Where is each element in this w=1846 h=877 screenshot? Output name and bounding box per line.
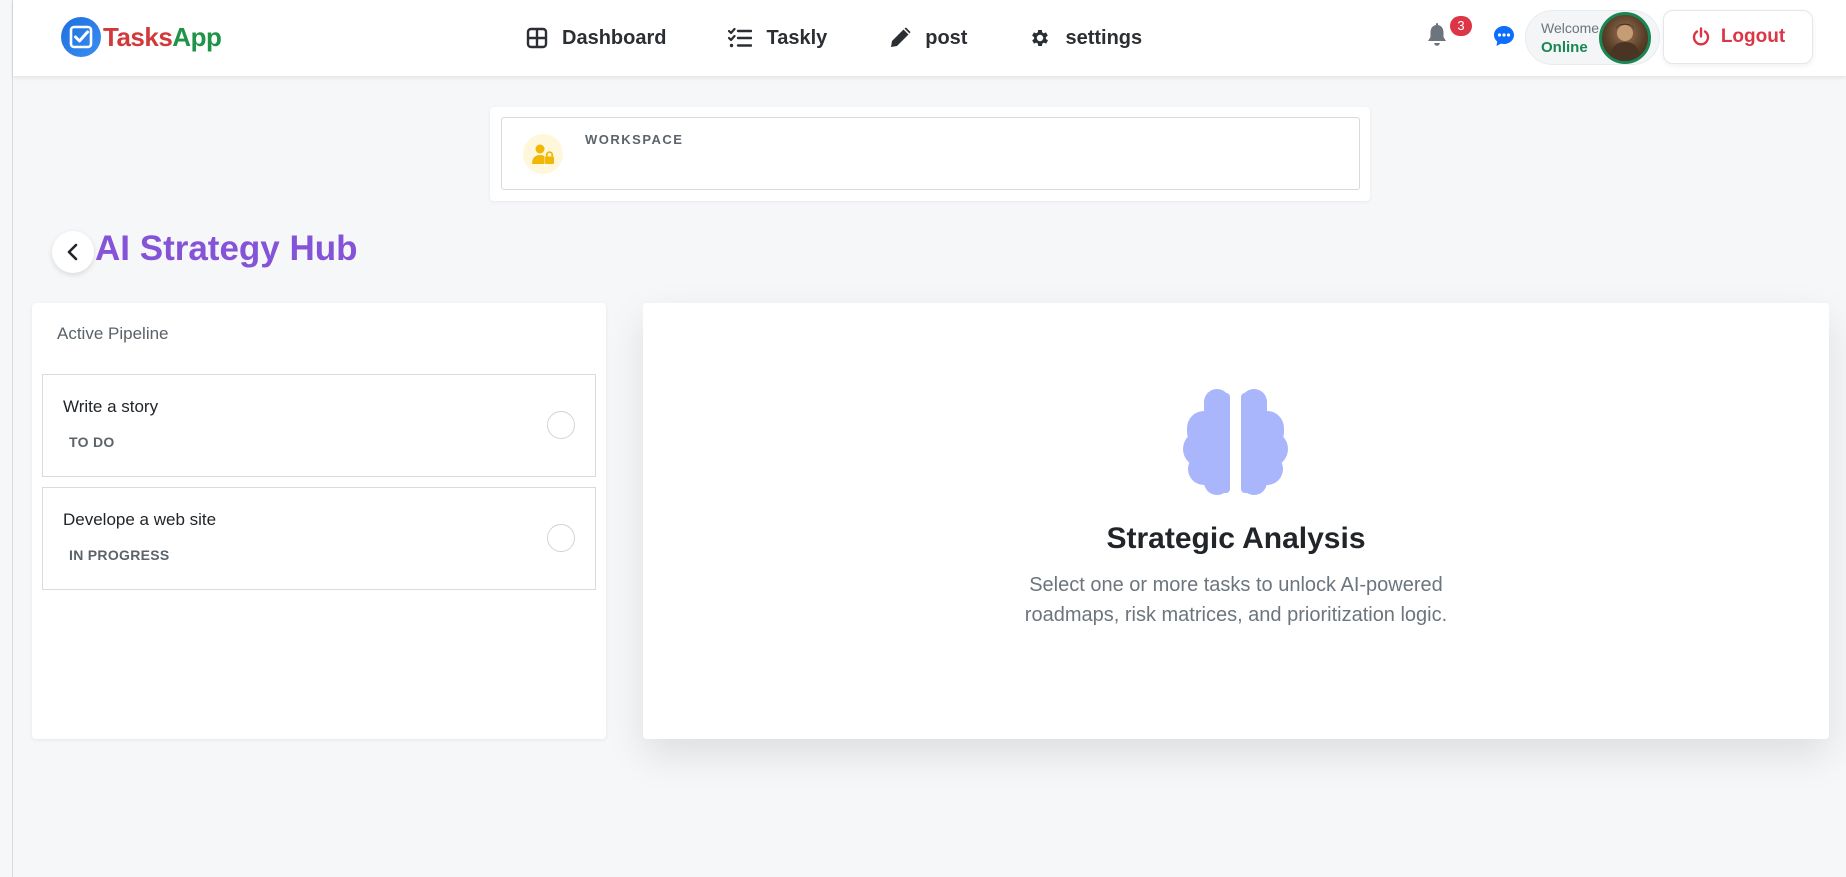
workspace-label: WORKSPACE	[585, 132, 684, 147]
strategic-analysis-panel: Strategic Analysis Select one or more ta…	[643, 303, 1829, 739]
brand-name: TasksApp	[103, 21, 222, 53]
checklist-icon	[728, 27, 753, 48]
top-navbar: TasksApp Dashboard Taskly post settings …	[13, 0, 1846, 76]
task-select-radio[interactable]	[547, 524, 575, 552]
nav-taskly-label: Taskly	[766, 26, 828, 49]
chat-bubble-icon	[1494, 26, 1514, 46]
nav-dashboard-label: Dashboard	[562, 26, 667, 49]
brand-name-part1: Tasks	[103, 21, 173, 52]
brain-icon	[1183, 389, 1288, 497]
avatar[interactable]	[1599, 12, 1651, 64]
power-icon	[1692, 27, 1709, 46]
nav-post[interactable]: post	[889, 20, 967, 56]
checkbox-logo-icon	[61, 17, 101, 57]
task-name: Develope a web site	[63, 510, 217, 529]
nav-settings-label: settings	[1065, 26, 1143, 49]
page-title: AI Strategy Hub	[95, 229, 358, 268]
nav-dashboard[interactable]: Dashboard	[526, 20, 666, 56]
workspace-selector[interactable]: WORKSPACE	[501, 117, 1360, 190]
task-status-badge: TO DO	[69, 434, 115, 450]
gear-icon	[1032, 30, 1049, 46]
analysis-description: Select one or more tasks to unlock AI-po…	[1024, 574, 1448, 626]
task-select-radio[interactable]	[547, 411, 575, 439]
task-status-badge: IN PROGRESS	[69, 547, 170, 563]
user-lock-icon	[523, 134, 563, 174]
nav-taskly[interactable]: Taskly	[728, 20, 827, 56]
logout-button[interactable]: Logout	[1663, 10, 1813, 64]
brand-logo-link[interactable]: TasksApp	[61, 17, 222, 57]
user-status-pill[interactable]: Welcome Online	[1525, 10, 1660, 65]
back-button[interactable]	[52, 231, 94, 273]
active-pipeline-panel: Active Pipeline Write a story TO DO Deve…	[32, 303, 606, 739]
chevron-left-icon	[67, 243, 78, 261]
online-status: Online	[1541, 39, 1588, 56]
left-border	[12, 0, 13, 877]
logout-label: Logout	[1720, 26, 1786, 47]
task-name: Write a story	[63, 397, 159, 416]
task-card[interactable]: Develope a web site IN PROGRESS	[42, 487, 596, 590]
notification-count-badge: 3	[1450, 16, 1472, 36]
nav-settings[interactable]: settings	[1029, 20, 1142, 56]
welcome-text: Welcome	[1541, 20, 1600, 36]
pencil-icon	[891, 27, 911, 47]
messages-button[interactable]	[1492, 24, 1516, 53]
main-nav: Dashboard Taskly post settings	[526, 20, 1204, 56]
bell-icon	[1428, 23, 1446, 46]
notifications-button[interactable]	[1426, 22, 1452, 52]
nav-post-label: post	[925, 26, 968, 49]
pipeline-heading: Active Pipeline	[57, 324, 169, 343]
analysis-title: Strategic Analysis	[1106, 522, 1366, 555]
brand-name-part2: App	[172, 21, 222, 52]
task-card[interactable]: Write a story TO DO	[42, 374, 596, 477]
dashboard-grid-icon	[526, 27, 548, 49]
workspace-card: WORKSPACE	[490, 107, 1370, 201]
